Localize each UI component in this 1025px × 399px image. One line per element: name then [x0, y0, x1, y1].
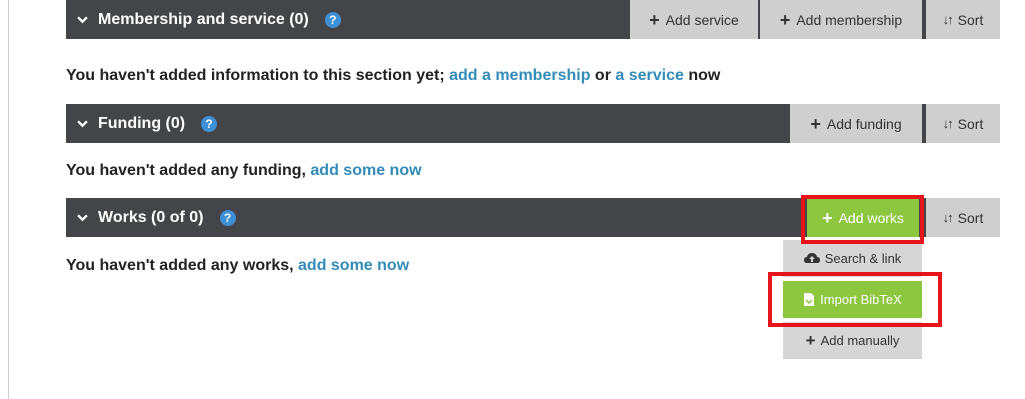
membership-section-header: Membership and service (0) ? + Add servi…: [66, 0, 1000, 39]
import-bibtex-item[interactable]: Import BibTeX: [783, 281, 922, 318]
funding-empty-text: You haven't added any funding,: [66, 162, 311, 179]
add-funding-label: Add funding: [826, 115, 902, 132]
add-manually-item[interactable]: + Add manually: [783, 322, 922, 359]
add-works-label: Add works: [838, 209, 904, 226]
funding-section-title: Funding (0): [98, 115, 186, 132]
membership-sort-button[interactable]: ↓↑ Sort: [926, 0, 1000, 39]
sort-icon: ↓↑: [942, 12, 954, 27]
plus-icon: +: [779, 9, 791, 30]
plus-icon: +: [805, 330, 816, 350]
add-works-link[interactable]: add some now: [298, 257, 409, 274]
page-left-border: [8, 0, 9, 399]
search-and-link-label: Search & link: [824, 251, 902, 266]
funding-sort-button[interactable]: ↓↑ Sort: [926, 104, 1000, 143]
import-bibtex-label: Import BibTeX: [820, 292, 902, 307]
now-text: now: [683, 67, 721, 84]
works-section-title: Works (0 of 0): [98, 209, 204, 226]
membership-section-title: Membership and service (0): [98, 11, 309, 28]
funding-section-toggle[interactable]: Funding (0) ?: [77, 104, 218, 143]
funding-empty-message: You haven't added any funding, add some …: [66, 162, 422, 180]
help-icon[interactable]: ?: [201, 115, 218, 132]
add-membership-link[interactable]: add a membership: [449, 67, 590, 84]
add-membership-button[interactable]: + Add membership: [760, 0, 922, 39]
or-text: or: [590, 67, 616, 84]
add-membership-label: Add membership: [796, 11, 903, 28]
add-funding-link[interactable]: add some now: [310, 162, 421, 179]
membership-empty-message: You haven't added information to this se…: [66, 67, 720, 85]
add-service-link[interactable]: a service: [615, 67, 684, 84]
sort-icon: ↓↑: [942, 116, 954, 131]
works-empty-text: You haven't added any works,: [66, 257, 299, 274]
search-and-link-item[interactable]: Search & link: [783, 240, 922, 277]
chevron-down-icon: [77, 120, 88, 128]
help-icon[interactable]: ?: [324, 11, 341, 28]
add-funding-button[interactable]: + Add funding: [790, 104, 922, 143]
works-section-header: Works (0 of 0) ? + Add works ↓↑ Sort: [66, 198, 1000, 237]
add-manually-label: Add manually: [820, 333, 900, 348]
works-empty-message: You haven't added any works, add some no…: [66, 257, 409, 275]
plus-icon: +: [810, 113, 821, 134]
add-works-button[interactable]: + Add works: [807, 198, 919, 237]
sort-label: Sort: [957, 209, 984, 226]
chevron-down-icon: [77, 214, 88, 222]
help-icon[interactable]: ?: [219, 209, 236, 226]
plus-icon: +: [649, 9, 660, 30]
funding-section-header: Funding (0) ? + Add funding ↓↑ Sort: [66, 104, 1000, 143]
sort-label: Sort: [957, 115, 984, 132]
works-sort-button[interactable]: ↓↑ Sort: [926, 198, 1000, 237]
add-service-label: Add service: [665, 11, 739, 28]
sort-icon: ↓↑: [942, 210, 954, 225]
membership-empty-text: You haven't added information to this se…: [66, 67, 450, 84]
cloud-upload-icon: [803, 253, 820, 263]
plus-icon: +: [822, 207, 833, 228]
works-section-toggle[interactable]: Works (0 of 0) ?: [77, 198, 236, 237]
sort-label: Sort: [957, 11, 984, 28]
add-service-button[interactable]: + Add service: [630, 0, 758, 39]
chevron-down-icon: [77, 16, 88, 24]
file-import-icon: [804, 293, 815, 306]
membership-section-toggle[interactable]: Membership and service (0) ?: [77, 0, 341, 39]
